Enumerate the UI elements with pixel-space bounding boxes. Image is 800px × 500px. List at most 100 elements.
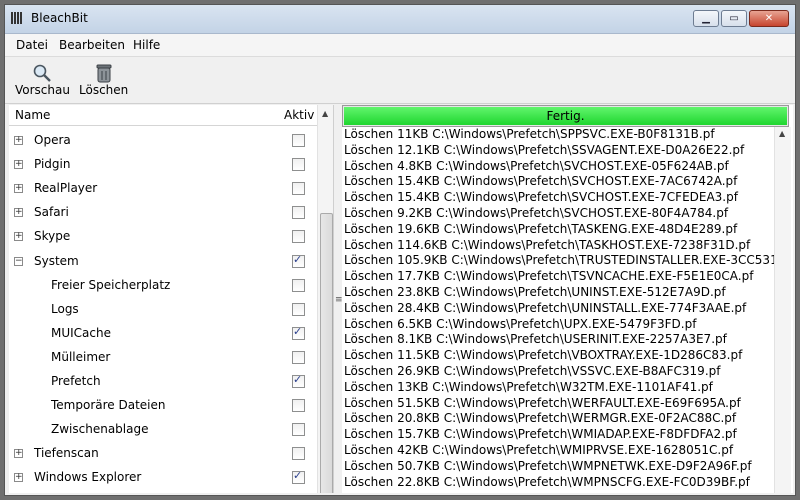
tree-row[interactable]: + Skype (9, 225, 317, 249)
tree-row[interactable]: + RealPlayer (9, 177, 317, 201)
expander-icon[interactable]: + (14, 232, 23, 242)
progress-text: Fertig. (546, 109, 585, 123)
active-checkbox[interactable] (292, 373, 305, 388)
log-line: Löschen 15.7KB C:\Windows\Prefetch\WMIAD… (344, 427, 737, 442)
tree-row[interactable]: Freier Speicherplatz (9, 274, 317, 298)
bleachbit-window: BleachBit ▁ ▭ ✕ Datei Bearbeiten Hilfe V… (4, 4, 796, 496)
log-line: Löschen 15.4KB C:\Windows\Prefetch\SVCHO… (344, 190, 738, 205)
active-checkbox[interactable] (292, 350, 305, 364)
scroll-up-icon[interactable]: ▲ (779, 129, 785, 138)
tree-item-label: Skype (34, 229, 71, 244)
active-checkbox[interactable] (292, 158, 305, 172)
active-checkbox[interactable] (292, 230, 305, 244)
active-checkbox[interactable] (292, 423, 305, 437)
bleachbit-app-icon (11, 12, 25, 24)
log-line: Löschen 22.8KB C:\Windows\Prefetch\WMPNS… (344, 474, 750, 489)
log-line: Löschen 28.4KB C:\Windows\Prefetch\UNINS… (344, 300, 747, 315)
active-checkbox[interactable] (292, 206, 305, 220)
output-pane: Fertig. Löschen 11KB C:\Windows\Prefetch… (342, 105, 793, 493)
log-line: Löschen 4.8KB C:\Windows\Prefetch\SVCHOS… (344, 158, 729, 173)
log-output: Löschen 11KB C:\Windows\Prefetch\SPPSVC.… (342, 127, 774, 493)
column-active-header[interactable]: Aktiv (284, 108, 314, 122)
magnifier-icon (15, 61, 70, 83)
tree-row[interactable]: Mülleimer (9, 346, 317, 370)
tree-header: Name Aktiv (9, 105, 317, 126)
trash-can-icon (79, 61, 128, 83)
menu-bearbeiten[interactable]: Bearbeiten (59, 38, 125, 52)
log-line: Löschen 20.8KB C:\Windows\Prefetch\WERMG… (344, 411, 737, 426)
column-name-header[interactable]: Name (15, 108, 50, 122)
active-checkbox[interactable] (292, 182, 305, 196)
title-bar[interactable]: BleachBit ▁ ▭ ✕ (5, 5, 795, 34)
pane-splitter[interactable]: ≡ (334, 105, 343, 493)
active-checkbox[interactable] (292, 325, 305, 340)
expander-icon[interactable]: + (14, 184, 23, 194)
expander-icon[interactable]: + (14, 449, 23, 459)
expander-icon[interactable]: + (14, 208, 23, 218)
log-line: Löschen 23.8KB C:\Windows\Prefetch\UNINS… (344, 284, 726, 299)
minimize-button[interactable]: ▁ (693, 10, 719, 27)
expander-icon[interactable]: + (14, 136, 23, 145)
tree-item-label: RealPlayer (34, 181, 98, 196)
delete-button[interactable]: Löschen (79, 61, 128, 97)
active-checkbox[interactable] (292, 302, 305, 316)
preview-button[interactable]: Vorschau (15, 61, 70, 97)
tree-row[interactable]: + Windows Explorer (9, 466, 317, 490)
active-checkbox[interactable] (292, 253, 305, 268)
tree-item-label: Mülleimer (51, 349, 111, 364)
expander-icon[interactable]: + (14, 160, 23, 170)
active-checkbox[interactable] (292, 134, 305, 147)
menu-hilfe[interactable]: Hilfe (133, 38, 160, 52)
delete-label: Löschen (79, 83, 129, 97)
active-checkbox[interactable] (292, 399, 305, 413)
log-line: Löschen 105.9KB C:\Windows\Prefetch\TRUS… (344, 253, 774, 268)
maximize-button[interactable]: ▭ (721, 10, 747, 27)
tree-item-label: MUICache (51, 325, 111, 340)
tree-row[interactable]: + Tiefenscan (9, 442, 317, 466)
close-button[interactable]: ✕ (749, 10, 789, 27)
menu-bar: Datei Bearbeiten Hilfe (5, 34, 795, 57)
toolbar: Vorschau Löschen (5, 57, 795, 104)
tree-row[interactable]: MUICache (9, 322, 317, 346)
log-line: Löschen 6.5KB C:\Windows\Prefetch\UPX.EX… (344, 316, 697, 331)
log-line: Löschen 26.9KB C:\Windows\Prefetch\VSSVC… (344, 363, 721, 378)
expander-icon[interactable]: + (14, 473, 23, 483)
log-line: Löschen 51.5KB C:\Windows\Prefetch\WERFA… (344, 395, 741, 410)
tree-item-label: Tiefenscan (34, 446, 99, 461)
log-line: Löschen 13KB C:\Windows\Prefetch\W32TM.E… (344, 379, 713, 394)
tree-item-label: Temporäre Dateien (51, 398, 166, 413)
log-line: Löschen 11KB C:\Windows\Prefetch\SPPSVC.… (344, 127, 715, 141)
tree-item-label: Prefetch (51, 374, 101, 388)
log-line: Löschen 15.4KB C:\Windows\Prefetch\SVCHO… (344, 174, 738, 189)
tree-item-label: System (34, 253, 79, 268)
log-scrollbar[interactable]: ▲ (774, 127, 791, 493)
tree-row[interactable]: + Opera (9, 129, 317, 153)
tree-scrollbar[interactable]: ▲ (317, 105, 333, 493)
log-line: Löschen 19.6KB C:\Windows\Prefetch\TASKE… (344, 221, 738, 236)
tree-item-label: Logs (51, 301, 79, 316)
log-line: Löschen 12.1KB C:\Windows\Prefetch\SSVAG… (344, 142, 745, 157)
tree-row[interactable]: Logs (9, 298, 317, 322)
log-line: Löschen 42KB C:\Windows\Prefetch\WMIPRVS… (344, 442, 734, 457)
scrollbar-thumb[interactable] (320, 213, 333, 493)
tree-item-label: Safari (34, 205, 69, 220)
scroll-up-icon[interactable]: ▲ (322, 109, 328, 118)
tree-item-label: Zwischenablage (51, 422, 149, 437)
tree-item-label: Freier Speicherplatz (51, 277, 171, 292)
log-line: Löschen 11.5KB C:\Windows\Prefetch\VBOXT… (344, 348, 743, 363)
active-checkbox[interactable] (292, 447, 305, 461)
tree-row[interactable]: − System (9, 250, 317, 274)
tree-row[interactable]: Zwischenablage (9, 418, 317, 442)
tree-row[interactable]: Temporäre Dateien (9, 394, 317, 418)
tree-item-label: Opera (34, 133, 71, 147)
menu-datei[interactable]: Datei (16, 38, 48, 52)
tree-row[interactable]: Prefetch (9, 370, 317, 394)
tree-row[interactable]: + Safari (9, 201, 317, 225)
expander-icon[interactable]: − (14, 256, 23, 266)
progress-bar: Fertig. (342, 105, 789, 127)
active-checkbox[interactable] (292, 469, 305, 485)
log-line: Löschen 114.6KB C:\Windows\Prefetch\TASK… (344, 237, 751, 252)
tree-row[interactable]: + Pidgin (9, 153, 317, 177)
active-checkbox[interactable] (292, 278, 305, 292)
log-line: Löschen 17.7KB C:\Windows\Prefetch\TSVNC… (344, 269, 754, 284)
